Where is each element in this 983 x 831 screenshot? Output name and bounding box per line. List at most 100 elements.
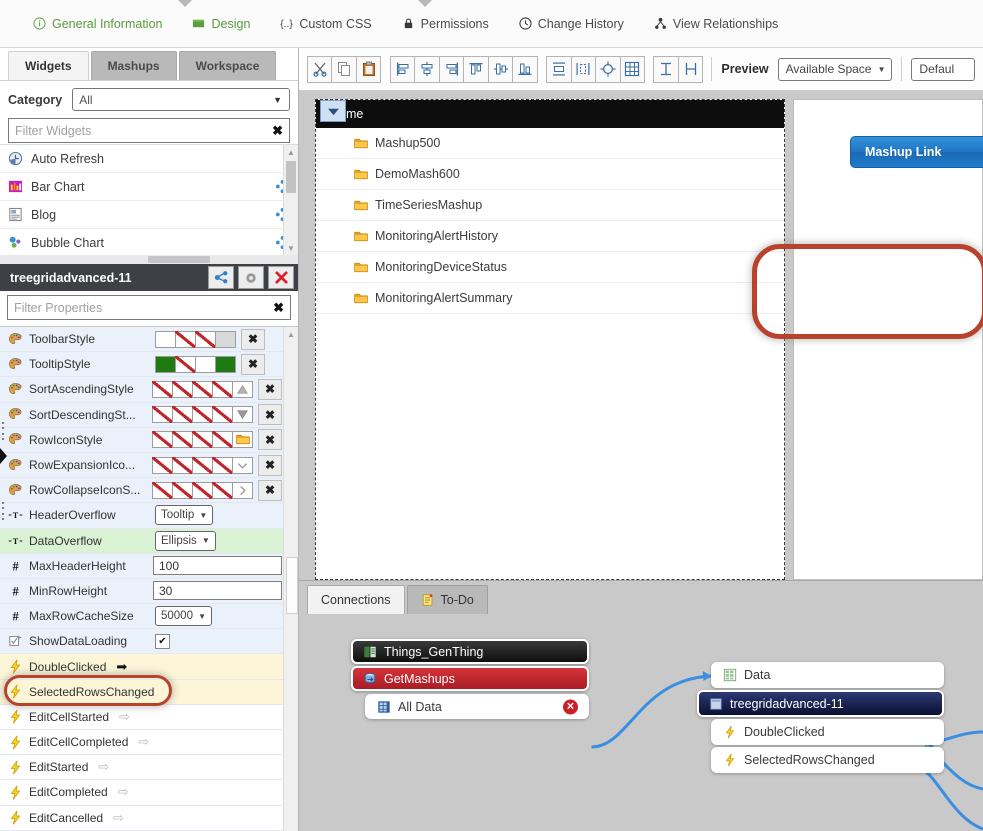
scroll-up-icon[interactable]: ▲	[284, 145, 298, 159]
property-value-cell[interactable]: ✖	[152, 454, 298, 476]
event-binding-arrow-icon[interactable]: ⇨	[113, 810, 124, 826]
property-row-selectedrowschanged[interactable]: SelectedRowsChanged➡	[0, 679, 298, 705]
property-row-rowcollapseicons[interactable]: RowCollapseIconS... ✖	[0, 478, 298, 504]
style-swatch-none[interactable]	[192, 481, 213, 499]
nav-design[interactable]: Design	[177, 0, 265, 47]
clear-style-button[interactable]: ✖	[258, 404, 282, 426]
connection-node-data[interactable]: Data	[711, 662, 944, 688]
style-swatch-none[interactable]	[152, 456, 173, 474]
widget-list-item[interactable]: Auto Refresh	[0, 145, 298, 173]
style-swatch-none[interactable]	[212, 406, 233, 424]
property-row-showdataloading[interactable]: ShowDataLoading ✔	[0, 629, 298, 655]
nav-permissions[interactable]: Permissions	[387, 0, 504, 47]
treegrid-widget-container[interactable]: Name Mashup500 DemoMash600 TimeSeriesMashu…	[315, 99, 785, 580]
cut-button[interactable]	[307, 55, 333, 83]
property-row-doubleclicked[interactable]: DoubleClicked ➡	[0, 654, 298, 680]
clear-style-button[interactable]: ✖	[241, 328, 265, 350]
nav-custom-css[interactable]: {..} Custom CSS	[265, 0, 386, 47]
property-dropdown[interactable]: Tooltip ▼	[155, 505, 214, 526]
scroll-up-icon[interactable]: ▲	[284, 327, 298, 341]
property-value-cell[interactable]: 30	[153, 581, 298, 601]
clear-style-button[interactable]: ✖	[241, 353, 265, 375]
style-swatch-group[interactable]	[155, 330, 236, 348]
grid-button[interactable]	[619, 55, 646, 83]
close-widget-button[interactable]	[268, 266, 294, 289]
connections-canvas[interactable]: Things_GenThing GetMashups All Data ✕ Da…	[299, 614, 983, 831]
style-swatch-none[interactable]	[172, 431, 193, 449]
tab-connections[interactable]: Connections	[307, 585, 405, 614]
clear-style-button[interactable]: ✖	[258, 378, 282, 400]
property-row-editcancelled[interactable]: EditCancelled ⇨	[0, 805, 298, 831]
property-row-dataoverflow[interactable]: T DataOverflow Ellipsis ▼	[0, 528, 298, 554]
property-value-cell[interactable]: 50000 ▼	[155, 606, 298, 627]
chevron-down-icon[interactable]	[232, 456, 253, 474]
widget-list-item[interactable]: Bar Chart	[0, 173, 298, 201]
center-button[interactable]	[595, 55, 621, 83]
property-value-cell[interactable]: Tooltip ▼	[155, 505, 298, 526]
widget-list[interactable]: Auto Refresh Bar Chart Blog Bubble Chart…	[0, 144, 298, 255]
style-swatch-group[interactable]	[152, 431, 253, 449]
style-swatch-color[interactable]	[155, 355, 176, 373]
style-swatch-none[interactable]	[212, 380, 233, 398]
connection-node-service[interactable]: GetMashups	[351, 666, 589, 691]
scrollbar-thumb[interactable]	[286, 557, 298, 614]
style-swatch-none[interactable]	[152, 380, 173, 398]
connection-node-treegrid[interactable]: treegridadvanced-11	[697, 690, 944, 717]
tab-todo[interactable]: To-Do	[406, 585, 488, 614]
property-text-input[interactable]: 100	[153, 556, 282, 576]
style-swatch-none[interactable]	[172, 380, 193, 398]
connection-node-selectedrowschanged[interactable]: SelectedRowsChanged	[711, 747, 944, 773]
paste-button[interactable]	[355, 55, 382, 83]
property-text-input[interactable]: 30	[153, 581, 282, 601]
right-canvas-column[interactable]: Mashup Link	[793, 99, 983, 580]
property-dropdown[interactable]: 50000 ▼	[155, 606, 212, 627]
panel-drag-grip[interactable]	[0, 418, 5, 444]
widget-list-item[interactable]: Blog	[0, 201, 298, 229]
property-row-toolbarstyle[interactable]: ToolbarStyle ✖	[0, 327, 298, 353]
property-row-sortascendingstyle[interactable]: SortAscendingStyle ✖	[0, 377, 298, 403]
property-row-headeroverflow[interactable]: T HeaderOverflow Tooltip ▼	[0, 503, 298, 529]
chevron-right-icon[interactable]	[232, 481, 253, 499]
tab-workspace[interactable]: Workspace	[178, 51, 277, 80]
property-row-maxheaderheight[interactable]: # MaxHeaderHeight 100	[0, 553, 298, 579]
style-swatch-group[interactable]	[152, 380, 253, 398]
treegrid-row[interactable]: TimeSeriesMashup	[316, 190, 784, 221]
connection-node-doubleclicked[interactable]: DoubleClicked	[711, 719, 944, 745]
mashup-link-button[interactable]: Mashup Link	[850, 136, 983, 168]
style-swatch-none[interactable]	[212, 481, 233, 499]
property-value-cell[interactable]: ✖	[152, 429, 298, 451]
theme-select[interactable]: Defaul	[911, 57, 976, 81]
clear-filter-properties-icon[interactable]: ✖	[273, 300, 284, 316]
property-value-cell[interactable]: ✖	[152, 404, 298, 426]
size-width-button[interactable]	[677, 55, 704, 83]
property-value-cell[interactable]: ✖	[152, 479, 298, 501]
widget-list-scrollbar[interactable]: ▲ ▼	[283, 145, 298, 255]
property-value-cell[interactable]: ✔	[155, 633, 298, 649]
connection-node-thing[interactable]: Things_GenThing	[351, 639, 589, 664]
style-swatch-none[interactable]	[192, 380, 213, 398]
settings-gear-button[interactable]	[238, 266, 264, 289]
treegrid-row[interactable]: DemoMash600	[316, 159, 784, 190]
property-row-tooltipstyle[interactable]: TooltipStyle ✖	[0, 352, 298, 378]
panel-drag-grip[interactable]	[0, 498, 5, 524]
tab-mashups[interactable]: Mashups	[90, 51, 177, 80]
style-swatch-none[interactable]	[172, 456, 193, 474]
style-swatch-none[interactable]	[192, 406, 213, 424]
style-swatch-group[interactable]	[152, 481, 253, 499]
distribute-vertical-button[interactable]	[570, 55, 597, 83]
category-select[interactable]: All ▼	[72, 88, 290, 111]
bindings-button[interactable]	[208, 266, 234, 289]
property-list-scrollbar[interactable]: ▲	[283, 327, 298, 831]
property-value-cell[interactable]: 100	[153, 556, 298, 576]
style-swatch-group[interactable]	[152, 456, 253, 474]
style-swatch-color[interactable]	[155, 330, 176, 348]
clear-style-button[interactable]: ✖	[258, 479, 282, 501]
align-middle-button[interactable]	[487, 55, 514, 83]
style-swatch-none[interactable]	[152, 431, 173, 449]
style-swatch-none[interactable]	[212, 456, 233, 474]
style-swatch-none[interactable]	[192, 456, 213, 474]
style-swatch-group[interactable]	[155, 355, 236, 373]
style-swatch-none[interactable]	[175, 330, 196, 348]
triangle-down-icon[interactable]	[232, 406, 253, 424]
clear-style-button[interactable]: ✖	[258, 429, 282, 451]
